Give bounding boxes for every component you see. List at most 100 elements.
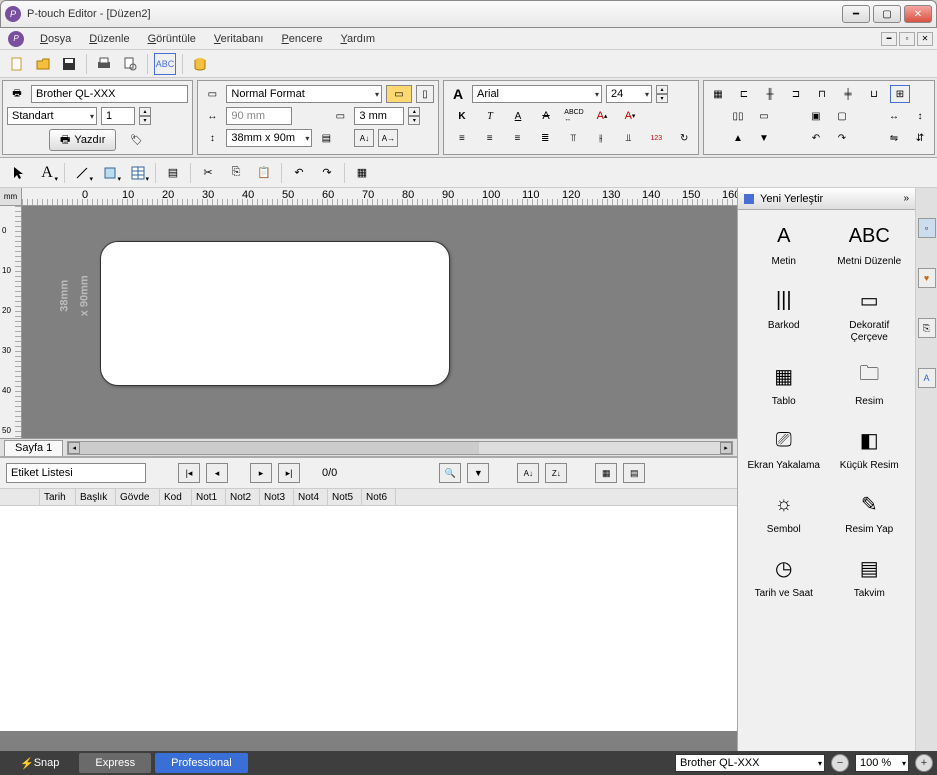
copies-up[interactable]: ▴: [139, 107, 151, 116]
pointer-tool[interactable]: [6, 161, 32, 185]
grid-button[interactable]: ▦: [349, 161, 375, 185]
insert-item-barkod[interactable]: |||Barkod: [744, 284, 824, 344]
orientation-landscape-button[interactable]: ▭: [386, 85, 412, 103]
media-select[interactable]: Standart: [7, 107, 97, 125]
sort-asc-button[interactable]: A↓: [517, 463, 539, 483]
align-b-button[interactable]: ⊔: [864, 85, 884, 103]
format-select[interactable]: Normal Format: [226, 85, 382, 103]
label-list-column-header[interactable]: Gövde: [116, 489, 160, 505]
same-w-button[interactable]: ↔: [884, 107, 904, 125]
view-list-button[interactable]: ▦: [595, 463, 617, 483]
label-list-column-header[interactable]: Not3: [260, 489, 294, 505]
mode-express-button[interactable]: Express: [79, 753, 151, 773]
new-button[interactable]: [6, 53, 28, 75]
same-h-button[interactable]: ↕: [910, 107, 930, 125]
table-tool[interactable]: [125, 161, 151, 185]
nav-first-button[interactable]: |◂: [178, 463, 200, 483]
canvas-viewport[interactable]: 38mmx 90mm: [22, 206, 737, 438]
valign-top-button[interactable]: ⫪: [563, 129, 583, 147]
maximize-button[interactable]: ▢: [873, 5, 901, 23]
filter-button[interactable]: ▼: [467, 463, 489, 483]
rotate-text-button[interactable]: ↻: [674, 129, 694, 147]
view-form-button[interactable]: ▤: [623, 463, 645, 483]
scroll-right-arrow[interactable]: ▸: [720, 442, 732, 454]
align-justify-button[interactable]: ≣: [535, 129, 555, 147]
bold-button[interactable]: K: [452, 107, 472, 125]
save-button[interactable]: [58, 53, 80, 75]
fit-text-button[interactable]: ABCD↔: [564, 107, 584, 125]
undo-button[interactable]: ↶: [286, 161, 312, 185]
zoom-list-button[interactable]: 🔍: [439, 463, 461, 483]
minimize-button[interactable]: ━: [842, 5, 870, 23]
insert-item-takvim[interactable]: ▤Takvim: [830, 552, 910, 600]
align-center-button[interactable]: ≡: [480, 129, 500, 147]
scroll-left-arrow[interactable]: ◂: [68, 442, 80, 454]
text-tool[interactable]: A: [34, 161, 60, 185]
orientation-portrait-button[interactable]: ▯: [416, 85, 434, 103]
side-expand-icon[interactable]: »: [903, 193, 909, 204]
fontsize-down[interactable]: ▾: [656, 94, 668, 103]
fontsize-up[interactable]: ▴: [656, 85, 668, 94]
feed-button[interactable]: ▤: [316, 129, 336, 147]
label-list-column-header[interactable]: Not4: [294, 489, 328, 505]
label-list-column-header[interactable]: Not6: [362, 489, 396, 505]
side-panel-header[interactable]: Yeni Yerleştir »: [738, 188, 915, 210]
label-list-column-header[interactable]: Başlık: [76, 489, 116, 505]
insert-item-metin[interactable]: AMetin: [744, 220, 824, 268]
menu-view[interactable]: Görüntüle: [140, 31, 204, 47]
group-button[interactable]: ▣: [806, 107, 826, 125]
insert-item-sembol[interactable]: ☼Sembol: [744, 488, 824, 536]
side-tab-4[interactable]: A: [918, 368, 936, 388]
side-tab-1[interactable]: ▫: [918, 218, 936, 238]
copies-input[interactable]: 1: [101, 107, 135, 125]
align-r-button[interactable]: ⊐: [786, 85, 806, 103]
label-list-column-header[interactable]: [0, 489, 40, 505]
close-button[interactable]: ✕: [904, 5, 932, 23]
rotate-l-button[interactable]: ↶: [806, 129, 826, 147]
zoom-in-button[interactable]: +: [915, 754, 933, 772]
rotate-r-button[interactable]: ↷: [832, 129, 852, 147]
side-tab-3[interactable]: ⎘: [918, 318, 936, 338]
zoom-out-button[interactable]: −: [831, 754, 849, 772]
print-button[interactable]: [93, 53, 115, 75]
align-m-button[interactable]: ╪: [838, 85, 858, 103]
status-printer-select[interactable]: Brother QL-XXX: [675, 754, 825, 772]
insert-item-tablo[interactable]: ▦Tablo: [744, 360, 824, 408]
label-list-column-header[interactable]: Tarih: [40, 489, 76, 505]
props-button[interactable]: ▤: [160, 161, 186, 185]
zoom-select[interactable]: 100 %: [855, 754, 909, 772]
menu-file[interactable]: Dosya: [32, 31, 79, 47]
direction-a-button[interactable]: A↓: [354, 129, 374, 147]
font-family-select[interactable]: Arial: [472, 85, 602, 103]
insert-item-metni-düzenle[interactable]: ABCMetni Düzenle: [830, 220, 910, 268]
dist-h-button[interactable]: ▯▯: [728, 107, 748, 125]
text-format-button[interactable]: ABC: [154, 53, 176, 75]
label-list-column-header[interactable]: Not1: [192, 489, 226, 505]
nav-last-button[interactable]: ▸|: [278, 463, 300, 483]
front-button[interactable]: ▲: [728, 129, 748, 147]
shape-tool[interactable]: [97, 161, 123, 185]
copy-button[interactable]: ⎘: [223, 161, 249, 185]
valign-mid-button[interactable]: ⫲: [591, 129, 611, 147]
align-left-button[interactable]: ≡: [452, 129, 472, 147]
line-tool[interactable]: [69, 161, 95, 185]
mode-snap-button[interactable]: ⚡ Snap: [4, 753, 75, 773]
page-tab-1[interactable]: Sayfa 1: [4, 440, 63, 456]
label-list-column-header[interactable]: Not5: [328, 489, 362, 505]
mode-professional-button[interactable]: Professional: [155, 753, 248, 773]
preview-button[interactable]: [119, 53, 141, 75]
side-tab-2[interactable]: ♥: [918, 268, 936, 288]
flip-h-button[interactable]: ⇋: [884, 129, 904, 147]
width-input[interactable]: 90 mm: [226, 107, 292, 125]
db-button[interactable]: [189, 53, 211, 75]
insert-item-ekran-yakalama[interactable]: ⎚Ekran Yakalama: [744, 424, 824, 472]
align-l-button[interactable]: ⊏: [734, 85, 754, 103]
snap-grid-button[interactable]: ⊞: [890, 85, 910, 103]
dist-v-button[interactable]: ▭: [754, 107, 774, 125]
menu-database[interactable]: Veritabanı: [206, 31, 272, 47]
open-button[interactable]: [32, 53, 54, 75]
align-t-button[interactable]: ⊓: [812, 85, 832, 103]
menu-window[interactable]: Pencere: [273, 31, 330, 47]
margin-up[interactable]: ▴: [408, 107, 420, 116]
underline-button[interactable]: A: [508, 107, 528, 125]
